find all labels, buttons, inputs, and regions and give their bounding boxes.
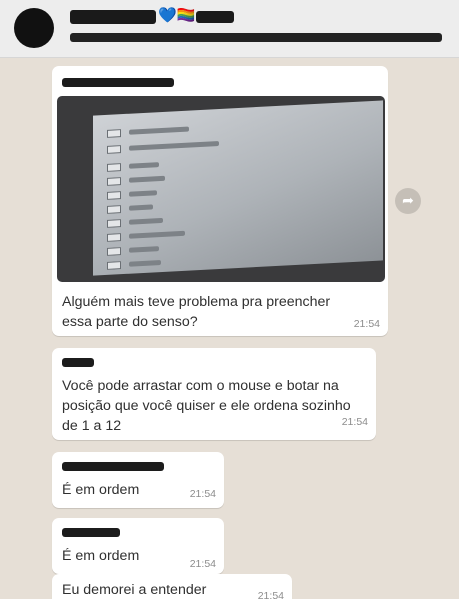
message-bubble-text[interactable]: É em ordem 21:54: [52, 518, 224, 574]
chat-area[interactable]: Alguém mais teve problema pra preencher …: [0, 58, 459, 599]
redacted-sender-name: [62, 358, 94, 367]
message-time: 21:54: [341, 416, 368, 428]
chat-header[interactable]: 💙🏳️‍🌈: [0, 0, 459, 58]
group-avatar[interactable]: [14, 8, 54, 48]
message-bubble-text[interactable]: É em ordem 21:54: [52, 452, 224, 508]
message-bubble-image[interactable]: Alguém mais teve problema pra preencher …: [52, 66, 388, 336]
message-bubble-text[interactable]: Eu demorei a entender 21:54: [52, 574, 292, 599]
message-time: 21:54: [189, 488, 216, 500]
redacted-participants-list: [70, 33, 442, 42]
redacted-sender-name: [62, 78, 174, 87]
redacted-sender-name: [62, 528, 120, 537]
message-time: 21:54: [257, 590, 284, 599]
redacted-group-name[interactable]: [70, 10, 156, 24]
redacted-group-name-suffix: [196, 11, 234, 23]
message-text: É em ordem: [62, 482, 140, 498]
message-time: 21:54: [353, 318, 380, 330]
photo-screen-content: [93, 100, 383, 276]
message-photo[interactable]: [57, 96, 385, 282]
message-text: Alguém mais teve problema pra preencher …: [62, 294, 331, 330]
message-time: 21:54: [189, 558, 216, 570]
message-text: Você pode arrastar com o mouse e botar n…: [62, 378, 351, 434]
title-emoji: 💙🏳️‍🌈: [158, 6, 196, 24]
message-text: É em ordem: [62, 548, 140, 564]
redacted-sender-name: [62, 462, 164, 471]
message-text: Eu demorei a entender: [62, 582, 207, 598]
forward-arrow-icon[interactable]: ➦: [395, 188, 421, 214]
message-bubble-text[interactable]: Você pode arrastar com o mouse e botar n…: [52, 348, 376, 440]
